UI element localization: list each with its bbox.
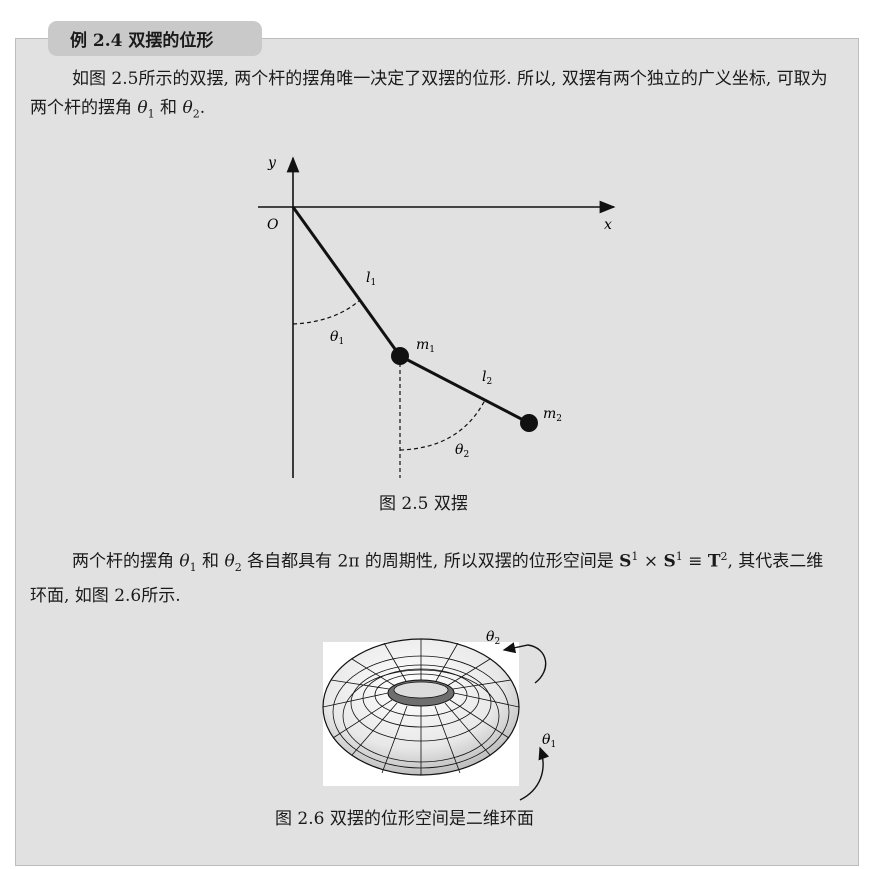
para1-end: . bbox=[199, 98, 206, 118]
theta1-subscript: 1 bbox=[147, 107, 155, 121]
para2-text-1: 两个杆的摆角 bbox=[72, 551, 180, 572]
figure-2-5-caption: 图 2.5 双摆 bbox=[379, 494, 468, 514]
para2-and: 和 bbox=[196, 551, 225, 572]
theta2-subscript: 2 bbox=[192, 107, 200, 121]
example-box bbox=[15, 38, 859, 866]
theta2-symbol: θ bbox=[182, 98, 193, 118]
theta1-subscript: 1 bbox=[189, 561, 197, 575]
theta2-symbol: θ bbox=[224, 551, 235, 572]
theta1-symbol: θ bbox=[179, 551, 190, 572]
para2-text-2: 各自都具有 2π 的周期性, 所以双摆的位形空间是 bbox=[241, 551, 620, 572]
paragraph-2: 两个杆的摆角 θ1 和 θ2 各自都具有 2π 的周期性, 所以双摆的位形空间是… bbox=[30, 542, 835, 611]
times-symbol: × bbox=[638, 551, 664, 572]
s2-superscript: 1 bbox=[675, 550, 683, 563]
equiv-symbol: ≡ bbox=[682, 551, 708, 572]
t-symbol: T bbox=[707, 551, 721, 572]
example-title: 例 2.4 双摆的位形 bbox=[70, 31, 214, 51]
paragraph-1: 如图 2.5所示的双摆, 两个杆的摆角唯一决定了双摆的位形. 所以, 双摆有两个… bbox=[30, 65, 835, 128]
theta1-symbol: θ bbox=[137, 98, 148, 118]
theta2-subscript: 2 bbox=[234, 561, 242, 575]
figure-2-6-caption: 图 2.6 双摆的位形空间是二维环面 bbox=[275, 809, 534, 829]
s2-symbol: S bbox=[663, 551, 676, 572]
para1-and: 和 bbox=[154, 98, 183, 118]
s1-symbol: S bbox=[619, 551, 632, 572]
